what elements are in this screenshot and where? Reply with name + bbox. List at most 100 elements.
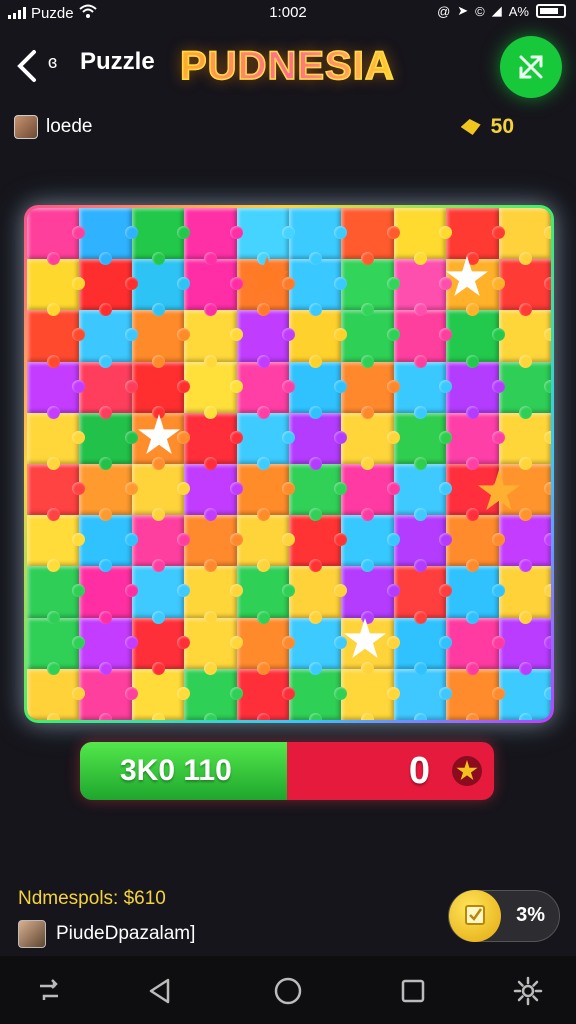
puzzle-piece[interactable] — [498, 668, 551, 720]
puzzle-piece[interactable] — [184, 361, 244, 420]
puzzle-piece[interactable] — [393, 515, 453, 573]
puzzle-piece[interactable] — [131, 668, 191, 720]
puzzle-piece[interactable] — [289, 259, 348, 317]
puzzle-piece[interactable] — [236, 566, 296, 624]
nav-home-button[interactable] — [271, 974, 305, 1008]
puzzle-piece[interactable] — [27, 617, 86, 676]
puzzle-piece[interactable] — [446, 617, 506, 676]
puzzle-piece[interactable] — [289, 310, 348, 368]
puzzle-piece[interactable] — [446, 208, 506, 266]
puzzle-piece[interactable] — [131, 259, 191, 317]
puzzle-piece[interactable] — [289, 361, 348, 420]
puzzle-piece[interactable] — [341, 464, 401, 522]
nav-back-button[interactable] — [143, 974, 177, 1008]
puzzle-piece[interactable] — [131, 617, 191, 676]
puzzle-piece[interactable] — [236, 515, 296, 573]
puzzle-piece[interactable] — [289, 208, 348, 266]
puzzle-piece[interactable] — [289, 617, 348, 676]
puzzle-piece[interactable] — [131, 208, 191, 266]
puzzle-piece[interactable] — [236, 208, 296, 266]
puzzle-piece[interactable] — [184, 208, 244, 266]
puzzle-piece[interactable] — [184, 617, 244, 676]
puzzle-piece[interactable] — [27, 412, 86, 471]
puzzle-piece[interactable] — [498, 412, 551, 471]
puzzle-piece[interactable] — [393, 310, 453, 368]
puzzle-piece[interactable] — [498, 208, 551, 266]
puzzle-piece[interactable] — [393, 259, 453, 317]
puzzle-piece[interactable] — [341, 259, 401, 317]
puzzle-piece[interactable] — [131, 566, 191, 624]
puzzle-piece[interactable] — [393, 208, 453, 266]
puzzle-piece[interactable] — [446, 566, 506, 624]
puzzle-piece[interactable] — [236, 361, 296, 420]
nav-recents-button[interactable] — [396, 974, 430, 1008]
puzzle-piece[interactable] — [131, 361, 191, 420]
puzzle-piece[interactable] — [393, 412, 453, 471]
puzzle-piece[interactable] — [289, 515, 348, 573]
puzzle-piece[interactable] — [131, 310, 191, 368]
user-avatar[interactable] — [14, 115, 38, 139]
puzzle-piece[interactable] — [27, 361, 86, 420]
puzzle-piece[interactable] — [498, 259, 551, 317]
puzzle-piece[interactable] — [184, 310, 244, 368]
puzzle-piece[interactable] — [498, 566, 551, 624]
player-avatar[interactable] — [18, 920, 46, 948]
puzzle-piece[interactable] — [184, 412, 244, 471]
puzzle-piece[interactable] — [27, 668, 86, 720]
puzzle-piece[interactable] — [341, 208, 401, 266]
puzzle-piece[interactable] — [498, 515, 551, 573]
puzzle-piece[interactable] — [393, 464, 453, 522]
puzzle-piece[interactable] — [341, 515, 401, 573]
puzzle-piece[interactable] — [446, 310, 506, 368]
puzzle-piece[interactable] — [393, 617, 453, 676]
puzzle-piece[interactable] — [236, 617, 296, 676]
reward-button[interactable]: 3% — [448, 890, 560, 942]
puzzle-piece[interactable] — [341, 566, 401, 624]
puzzle-piece[interactable] — [79, 259, 139, 317]
puzzle-piece[interactable] — [289, 412, 348, 471]
puzzle-piece[interactable] — [79, 310, 139, 368]
puzzle-piece[interactable] — [79, 515, 139, 573]
puzzle-piece[interactable] — [236, 310, 296, 368]
puzzle-piece[interactable] — [236, 668, 296, 720]
puzzle-piece[interactable] — [79, 566, 139, 624]
puzzle-piece[interactable] — [79, 464, 139, 522]
puzzle-piece[interactable] — [341, 361, 401, 420]
puzzle-piece[interactable] — [236, 464, 296, 522]
puzzle-piece[interactable] — [184, 259, 244, 317]
puzzle-piece[interactable] — [289, 566, 348, 624]
puzzle-piece[interactable] — [393, 668, 453, 720]
puzzle-piece[interactable] — [184, 515, 244, 573]
puzzle-piece[interactable] — [27, 310, 86, 368]
puzzle-piece[interactable] — [27, 515, 86, 573]
nav-sync-button[interactable] — [32, 974, 66, 1008]
puzzle-piece[interactable] — [79, 617, 139, 676]
puzzle-piece[interactable] — [446, 515, 506, 573]
puzzle-piece[interactable] — [79, 668, 139, 720]
puzzle-piece[interactable] — [393, 566, 453, 624]
puzzle-piece[interactable] — [27, 259, 86, 317]
puzzle-piece[interactable] — [131, 464, 191, 522]
puzzle-piece[interactable] — [27, 464, 86, 522]
puzzle-piece[interactable] — [27, 208, 86, 266]
puzzle-piece[interactable] — [131, 515, 191, 573]
puzzle-piece[interactable] — [79, 361, 139, 420]
puzzle-piece[interactable] — [289, 668, 348, 720]
puzzle-piece[interactable] — [446, 361, 506, 420]
puzzle-piece[interactable] — [79, 208, 139, 266]
puzzle-piece[interactable] — [236, 412, 296, 471]
puzzle-piece[interactable] — [498, 617, 551, 676]
puzzle-piece[interactable] — [498, 310, 551, 368]
puzzle-piece[interactable] — [184, 668, 244, 720]
puzzle-piece[interactable] — [341, 310, 401, 368]
back-button[interactable] — [14, 48, 38, 88]
puzzle-piece[interactable] — [446, 412, 506, 471]
puzzle-piece[interactable] — [498, 361, 551, 420]
puzzle-piece[interactable] — [184, 464, 244, 522]
puzzle-board[interactable] — [27, 208, 551, 720]
puzzle-piece[interactable] — [341, 412, 401, 471]
puzzle-piece[interactable] — [341, 668, 401, 720]
nav-settings-button[interactable] — [511, 974, 545, 1008]
puzzle-piece[interactable] — [184, 566, 244, 624]
puzzle-piece[interactable] — [79, 412, 139, 471]
